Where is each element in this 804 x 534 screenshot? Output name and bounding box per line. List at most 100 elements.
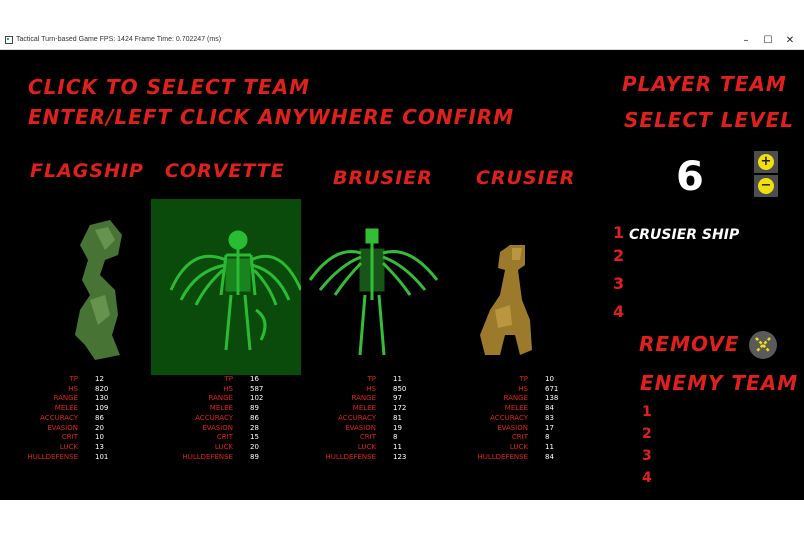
stat-label: Luck: [509, 442, 528, 451]
stat-label: HS: [518, 384, 528, 393]
stat-label: HullDefense: [27, 452, 78, 461]
minus-icon: −: [758, 178, 774, 194]
stat-value: 97: [393, 394, 402, 403]
stat-label: Evasion: [497, 423, 528, 432]
stat-value: 8: [393, 433, 398, 442]
stat-label: Melee: [54, 404, 78, 413]
stats-flagship: TP 12 HS 820 Range 130 Melee 109 Accuracy 86 …: [5, 375, 108, 462]
stat-label: HullDefense: [477, 452, 528, 461]
level-down-button[interactable]: −: [754, 175, 778, 197]
stat-value: 86: [250, 413, 259, 422]
stat-label: HullDefense: [182, 452, 233, 461]
stat-label: TP: [69, 375, 79, 383]
stat-label: Evasion: [202, 423, 233, 432]
stat-value: 123: [393, 452, 407, 461]
stat-value: 11: [393, 375, 402, 383]
stat-value: 16: [250, 375, 259, 383]
player-slot-number[interactable]: 3: [613, 274, 624, 293]
player-slot-ship[interactable]: Crusier Ship: [629, 227, 739, 243]
stat-value: 138: [545, 394, 559, 403]
stat-value: 15: [250, 433, 259, 442]
stat-value: 17: [545, 423, 554, 432]
brusier-model[interactable]: [305, 225, 440, 365]
stat-label: Accuracy: [490, 413, 528, 422]
stat-value: 172: [393, 404, 407, 413]
stat-value: 11: [393, 442, 402, 451]
enemy-team-title: Enemy Team: [640, 371, 799, 395]
minimize-button[interactable]: –: [735, 33, 757, 48]
enemy-slot-number[interactable]: 4: [642, 470, 652, 486]
stat-value: 130: [95, 394, 109, 403]
stat-value: 83: [545, 413, 554, 422]
remove-icon[interactable]: [748, 330, 778, 360]
stat-label: Accuracy: [40, 413, 78, 422]
close-button[interactable]: ✕: [779, 33, 801, 48]
stat-label: Evasion: [345, 423, 376, 432]
window-title: Tactical Turn-based Game FPS: 1424 Frame…: [16, 36, 222, 43]
app-icon: [5, 36, 13, 44]
stat-label: Range: [351, 394, 376, 403]
corvette-model[interactable]: [151, 210, 301, 360]
crusier-model[interactable]: [470, 240, 550, 360]
stat-label: Luck: [214, 442, 233, 451]
stat-value: 20: [250, 442, 259, 451]
ship-name-crusier[interactable]: Crusier: [476, 167, 575, 189]
stat-label: Melee: [504, 404, 528, 413]
stat-value: 11: [545, 442, 554, 451]
game-viewport[interactable]: Click to select team Enter/Left Click an…: [0, 50, 804, 500]
stat-value: 84: [545, 452, 554, 461]
select-level-label: Select Level: [624, 108, 795, 132]
stat-value: 89: [250, 404, 259, 413]
maximize-button[interactable]: ☐: [757, 33, 779, 48]
stat-label: Luck: [59, 442, 78, 451]
stat-label: Range: [208, 394, 233, 403]
stat-value: 84: [545, 404, 554, 413]
stat-value: 19: [393, 423, 402, 432]
stat-value: 89: [250, 452, 259, 461]
stat-value: 102: [250, 394, 264, 403]
ship-name-flagship[interactable]: Flagship: [30, 160, 144, 182]
stat-label: HS: [223, 384, 233, 393]
stat-value: 12: [95, 375, 104, 383]
stat-value: 671: [545, 384, 559, 393]
stat-label: Accuracy: [338, 413, 376, 422]
stat-value: 101: [95, 452, 109, 461]
stat-label: Crit: [216, 433, 233, 442]
player-slot-number[interactable]: 4: [613, 302, 624, 321]
player-slot-number[interactable]: 1: [613, 223, 624, 242]
stat-label: Accuracy: [195, 413, 233, 422]
stat-label: Range: [503, 394, 528, 403]
stat-value: 81: [393, 413, 402, 422]
enemy-slot-number[interactable]: 1: [642, 404, 652, 420]
remove-label[interactable]: Remove: [639, 332, 739, 356]
stat-value: 86: [95, 413, 104, 422]
stat-label: TP: [367, 375, 377, 383]
enemy-slot-number[interactable]: 3: [642, 448, 652, 464]
ship-name-corvette[interactable]: Corvette: [165, 160, 285, 182]
level-up-button[interactable]: +: [754, 151, 778, 173]
stat-label: Melee: [352, 404, 376, 413]
plus-icon: +: [758, 154, 774, 170]
stat-label: HS: [68, 384, 78, 393]
stat-value: 587: [250, 384, 264, 393]
ship-name-brusier[interactable]: Brusier: [333, 167, 433, 189]
window-titlebar: Tactical Turn-based Game FPS: 1424 Frame…: [0, 32, 804, 50]
player-slot-number[interactable]: 2: [613, 246, 624, 265]
stats-corvette: TP 16 HS 587 Range 102 Melee 89 Accuracy 86 E…: [160, 375, 263, 462]
stat-value: 8: [545, 433, 550, 442]
instruction-confirm: Enter/Left Click anywhere confirm: [28, 105, 515, 129]
stat-value: 20: [95, 423, 104, 432]
enemy-slot-number[interactable]: 2: [642, 426, 652, 442]
stat-label: Crit: [61, 433, 78, 442]
stat-label: Evasion: [47, 423, 78, 432]
stat-value: 10: [95, 433, 104, 442]
stat-value: 28: [250, 423, 259, 432]
stat-label: TP: [224, 375, 234, 383]
stat-value: 10: [545, 375, 554, 383]
stat-label: TP: [519, 375, 529, 383]
flagship-model[interactable]: [60, 215, 140, 365]
stat-label: Range: [53, 394, 78, 403]
stat-label: Crit: [511, 433, 528, 442]
stat-label: HullDefense: [325, 452, 376, 461]
stat-value: 13: [95, 442, 104, 451]
